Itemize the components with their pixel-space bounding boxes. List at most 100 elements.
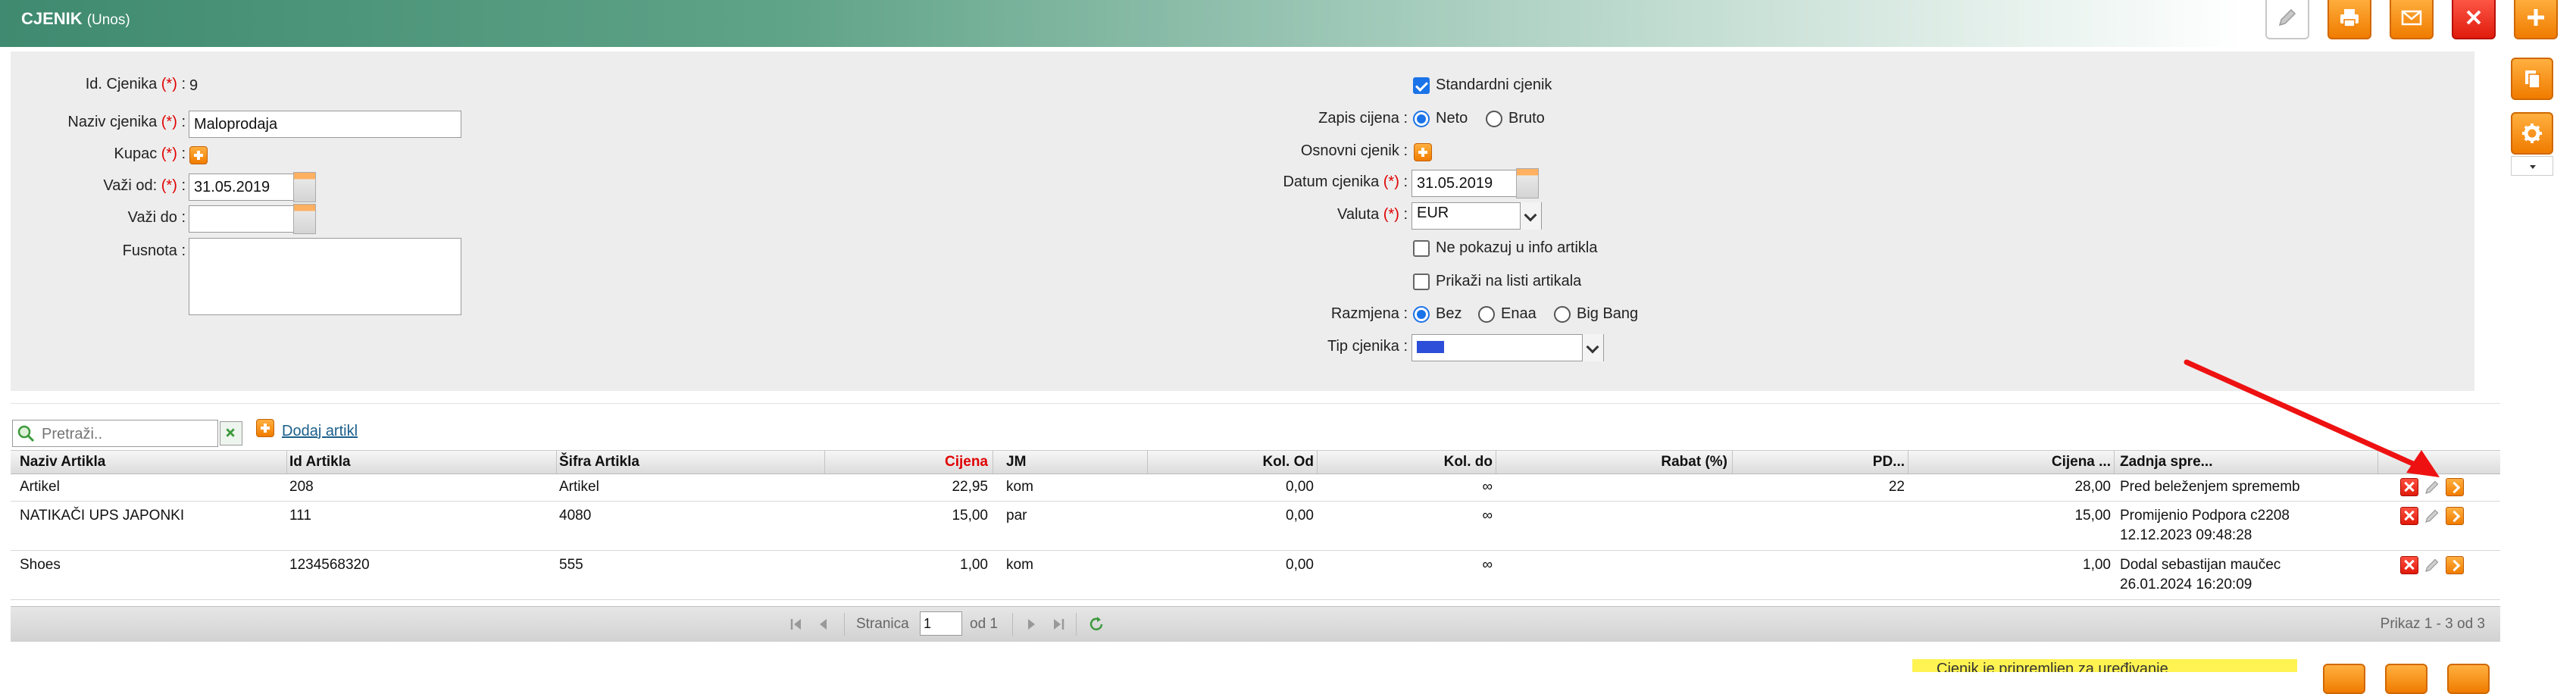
vazi-od-input[interactable]	[189, 174, 295, 201]
chevron-down-icon	[2530, 165, 2536, 169]
col-rabat[interactable]: Rabat (%)	[1661, 454, 1727, 470]
footer-button[interactable]	[2385, 664, 2428, 694]
bruto-radio[interactable]	[1486, 111, 1502, 127]
naziv-label: Naziv cjenika (*) :	[67, 114, 186, 130]
col-naziv[interactable]: Naziv Artikla	[20, 454, 105, 470]
fusnota-textarea[interactable]	[189, 238, 461, 315]
edit-button[interactable]	[2265, 0, 2309, 39]
form-panel	[11, 52, 2474, 391]
email-button[interactable]	[2390, 0, 2434, 39]
cell-id: 208	[289, 479, 314, 495]
neto-radio[interactable]	[1413, 111, 1430, 127]
column-separator	[1908, 451, 1909, 474]
copy-button[interactable]	[2511, 58, 2553, 100]
prikazi-label: Prikaži na listi artikala	[1436, 273, 1582, 289]
standardni-label: Standardni cjenik	[1436, 77, 1552, 93]
col-cijena[interactable]: Cijena	[945, 454, 988, 470]
articles-table: Naziv Artikla Id Artikla Šifra Artikla C…	[11, 450, 2500, 605]
razmjena-label: Razmjena :	[1330, 305, 1408, 322]
footer-button[interactable]	[2323, 664, 2365, 694]
settings-button[interactable]	[2511, 112, 2553, 155]
cell-naziv: Artikel	[20, 479, 60, 495]
bigbang-radio[interactable]	[1554, 306, 1571, 323]
pager-bar: Stranica od 1 Prikaz 1 - 3 od 3	[11, 606, 2500, 642]
datum-input[interactable]	[1411, 170, 1518, 197]
bez-label: Bez	[1436, 305, 1462, 322]
cell-kol-od: 0,00	[1286, 557, 1314, 573]
add-kupac-icon[interactable]	[189, 146, 208, 164]
datum-label: Datum cjenika (*) :	[1283, 174, 1408, 190]
close-button[interactable]	[2452, 0, 2496, 39]
col-pd[interactable]: PD...	[1873, 454, 1905, 470]
col-jm[interactable]: JM	[1006, 454, 1026, 470]
open-arrow-icon[interactable]	[2446, 507, 2464, 525]
bruto-label: Bruto	[1508, 110, 1545, 127]
col-kol-do[interactable]: Kol. do	[1444, 454, 1493, 470]
prikazi-checkbox[interactable]	[1413, 274, 1430, 290]
search-input[interactable]	[40, 422, 217, 446]
column-separator	[1732, 451, 1733, 474]
col-id[interactable]: Id Artikla	[289, 454, 351, 470]
cell-cijena2: 1,00	[2083, 557, 2111, 573]
ne-pokazuj-checkbox[interactable]	[1413, 240, 1430, 257]
last-page-icon[interactable]	[1049, 614, 1068, 634]
pager-separator	[844, 613, 845, 636]
tip-select[interactable]	[1411, 334, 1604, 361]
cell-zadnja-time: 12.12.2023 09:48:28	[2120, 527, 2252, 543]
pencil-icon[interactable]	[2423, 556, 2441, 574]
col-cijena2[interactable]: Cijena ...	[2052, 454, 2111, 470]
enaa-label: Enaa	[1501, 305, 1537, 322]
column-separator	[824, 451, 825, 474]
cell-zadnja: Promijenio Podpora c2208	[2120, 508, 2290, 524]
fusnota-label: Fusnota :	[122, 242, 186, 259]
table-row[interactable]: Shoes 1234568320 555 1,00 kom 0,00 ∞ 1,0…	[11, 551, 2500, 600]
status-message: Cjenik je pripremljen za uređivanje	[1912, 659, 2297, 672]
vazi-od-label: Važi od: (*) :	[103, 177, 186, 194]
id-label: Id. Cjenika (*) :	[85, 76, 186, 92]
bez-radio[interactable]	[1413, 306, 1430, 323]
enaa-radio[interactable]	[1478, 306, 1495, 323]
kupac-label: Kupac (*) :	[114, 145, 186, 162]
prev-page-icon[interactable]	[814, 614, 833, 634]
search-box[interactable]	[12, 420, 218, 447]
pager-summary: Prikaz 1 - 3 od 3	[2380, 616, 2485, 632]
table-header: Naziv Artikla Id Artikla Šifra Artikla C…	[11, 450, 2500, 474]
standardni-checkbox[interactable]	[1413, 77, 1430, 94]
col-sifra[interactable]: Šifra Artikla	[559, 454, 639, 470]
neto-label: Neto	[1436, 110, 1468, 127]
print-button[interactable]	[2327, 0, 2371, 39]
table-row[interactable]: NATIKAČI UPS JAPONKI 111 4080 15,00 par …	[11, 502, 2500, 551]
clear-icon	[226, 428, 235, 437]
add-osnovni-icon[interactable]	[1414, 143, 1432, 161]
cell-id: 111	[289, 508, 311, 524]
search-icon	[17, 425, 35, 442]
first-page-icon[interactable]	[786, 614, 806, 634]
calendar-icon[interactable]	[1516, 168, 1539, 199]
col-kol-od[interactable]: Kol. Od	[1262, 454, 1314, 470]
add-button[interactable]	[2514, 0, 2558, 39]
valuta-select[interactable]: EUR	[1411, 202, 1542, 230]
open-arrow-icon[interactable]	[2446, 556, 2464, 574]
zapis-label: Zapis cijena :	[1318, 110, 1408, 127]
footer-button[interactable]	[2447, 664, 2490, 694]
table-row[interactable]: Artikel 208 Artikel 22,95 kom 0,00 ∞ 22 …	[11, 474, 2500, 502]
add-artikl-link[interactable]: Dodaj artikl	[282, 423, 358, 440]
cell-cijena2: 28,00	[2074, 479, 2111, 495]
page-input[interactable]	[920, 611, 962, 636]
calendar-icon[interactable]	[293, 204, 316, 234]
cell-zadnja-time: 26.01.2024 16:20:09	[2120, 577, 2252, 592]
naziv-input[interactable]	[189, 111, 461, 138]
clear-search-button[interactable]	[220, 421, 242, 445]
add-artikl-icon[interactable]	[256, 419, 274, 437]
cell-kol-od: 0,00	[1286, 479, 1314, 495]
next-page-icon[interactable]	[1021, 614, 1041, 634]
tip-label: Tip cjenika :	[1327, 338, 1408, 355]
calendar-icon[interactable]	[293, 172, 316, 202]
delete-icon[interactable]	[2400, 507, 2418, 525]
refresh-icon[interactable]	[1086, 614, 1106, 634]
vazi-do-input[interactable]	[189, 205, 295, 233]
more-options-button[interactable]	[2511, 156, 2553, 176]
pencil-icon[interactable]	[2423, 507, 2441, 525]
delete-icon[interactable]	[2400, 556, 2418, 574]
copy-icon	[2525, 70, 2540, 89]
